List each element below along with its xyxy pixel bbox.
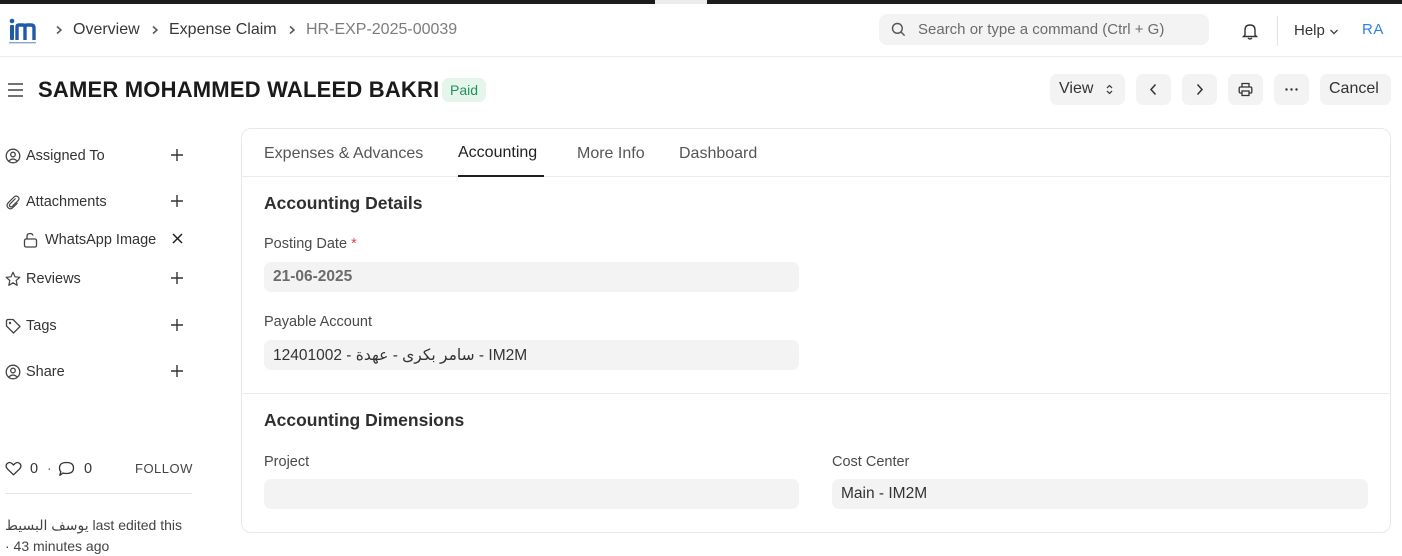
tag-icon: [5, 318, 21, 334]
payable-account-label: Payable Account: [264, 314, 373, 330]
posting-date-label: Posting Date *: [264, 236, 357, 252]
chevron-right-icon: [1196, 83, 1204, 96]
sidebar-item-assigned-to[interactable]: Assigned To: [5, 144, 190, 168]
follow-button[interactable]: FOLLOW: [135, 461, 193, 476]
add-review-plus-icon[interactable]: [169, 270, 185, 286]
view-button[interactable]: View: [1050, 74, 1125, 105]
status-badge: Paid: [442, 78, 487, 102]
sidebar-item-label: Share: [26, 364, 65, 380]
sidebar-item-attachments[interactable]: Attachments: [5, 190, 190, 214]
printer-icon: [1238, 82, 1253, 97]
add-share-plus-icon[interactable]: [169, 363, 185, 379]
next-document-button[interactable]: [1182, 74, 1217, 105]
chevron-down-icon[interactable]: [1329, 28, 1339, 36]
breadcrumb-chevron-icon: [56, 25, 63, 35]
sidebar-divider: [5, 493, 192, 494]
notification-bell-icon[interactable]: [1241, 22, 1259, 40]
cancel-button-label: Cancel: [1329, 80, 1379, 97]
breadcrumb-overview[interactable]: Overview: [73, 21, 140, 39]
active-tab-indicator: [458, 175, 544, 177]
attachment-item[interactable]: WhatsApp Image: [23, 228, 193, 252]
form-card: Expenses & Advances Accounting More Info…: [241, 128, 1391, 533]
sidebar-item-label: Assigned To: [26, 148, 105, 164]
form-tabs: Expenses & Advances Accounting More Info…: [242, 129, 1390, 177]
chevron-updown-icon: [1106, 84, 1113, 95]
search-icon: [891, 22, 906, 37]
view-button-label: View: [1059, 80, 1094, 97]
sidebar-item-reviews[interactable]: Reviews: [5, 267, 190, 291]
sidebar-item-tags[interactable]: Tags: [5, 314, 190, 338]
tab-dashboard[interactable]: Dashboard: [679, 145, 757, 163]
unlock-icon: [23, 232, 38, 248]
section-divider: [242, 393, 1390, 394]
last-edited-line-2: · 43 minutes ago: [5, 538, 110, 554]
add-tag-plus-icon[interactable]: [169, 317, 185, 333]
project-label: Project: [264, 454, 310, 470]
app-logo-icon[interactable]: [8, 16, 38, 46]
remove-attachment-icon[interactable]: [171, 232, 184, 245]
tab-more-info[interactable]: More Info: [577, 145, 645, 163]
cost-center-field[interactable]: Main - IM2M: [832, 479, 1368, 509]
paperclip-icon: [6, 195, 20, 210]
awesomebar[interactable]: [879, 14, 1209, 45]
assign-icon: [5, 148, 21, 164]
breadcrumb-chevron-icon: [152, 25, 159, 35]
previous-document-button[interactable]: [1136, 74, 1171, 105]
navbar: Overview Expense Claim HR-EXP-2025-00039…: [0, 4, 1402, 57]
section-title-accounting-dimensions: Accounting Dimensions: [264, 410, 465, 430]
tab-expenses-advances[interactable]: Expenses & Advances: [264, 145, 423, 163]
posting-date-field[interactable]: 21-06-2025: [264, 262, 799, 292]
page-title: SAMER MOHAMMED WALEED BAKRI: [38, 77, 440, 102]
payable-account-field[interactable]: 12401002 - سامر بكرى - عهدة - IM2M: [264, 340, 799, 370]
comment-icon[interactable]: [58, 461, 75, 477]
sidebar-item-share[interactable]: Share: [5, 360, 190, 384]
sidebar-item-label: Attachments: [26, 194, 107, 210]
help-menu[interactable]: Help: [1294, 22, 1325, 39]
search-input[interactable]: [918, 19, 1198, 40]
section-title-accounting-details: Accounting Details: [264, 193, 423, 213]
breadcrumb-chevron-icon: [289, 25, 296, 35]
share-icon: [5, 364, 21, 380]
required-marker: *: [351, 236, 357, 252]
project-field[interactable]: [264, 479, 799, 509]
sidebar-item-label: Reviews: [26, 271, 81, 287]
sidebar-toggle-icon[interactable]: [7, 82, 24, 98]
add-attachment-plus-icon[interactable]: [169, 193, 185, 209]
stats-separator: ·: [47, 461, 52, 477]
last-edited-line-1: يوسف البسيط last edited this: [5, 517, 183, 533]
navbar-divider: [1277, 16, 1278, 46]
ellipsis-icon: [1285, 88, 1298, 91]
like-comment-stats: 0 · 0 FOLLOW: [5, 458, 195, 478]
posting-date-label-text: Posting Date: [264, 236, 348, 252]
add-assignee-plus-icon[interactable]: [169, 147, 185, 163]
comment-count: 0: [84, 461, 93, 477]
like-count: 0: [30, 461, 39, 477]
print-button[interactable]: [1228, 74, 1263, 105]
breadcrumb-docname[interactable]: HR-EXP-2025-00039: [306, 21, 457, 39]
more-actions-button[interactable]: [1274, 74, 1309, 105]
user-avatar[interactable]: RA: [1362, 21, 1384, 38]
form-sidebar: Assigned To Attachments WhatsApp Image R…: [0, 128, 200, 556]
attachment-name[interactable]: WhatsApp Image: [45, 232, 156, 248]
tab-accounting[interactable]: Accounting: [458, 144, 537, 162]
star-icon: [5, 271, 21, 286]
cost-center-label: Cost Center: [832, 454, 910, 470]
breadcrumb-expense-claim[interactable]: Expense Claim: [169, 21, 277, 39]
last-edited-info: يوسف البسيط last edited this · 43 minute…: [5, 515, 200, 556]
heart-icon[interactable]: [5, 461, 22, 476]
chevron-left-icon: [1149, 83, 1157, 96]
cancel-button[interactable]: Cancel: [1320, 74, 1391, 105]
sidebar-item-label: Tags: [26, 318, 57, 334]
